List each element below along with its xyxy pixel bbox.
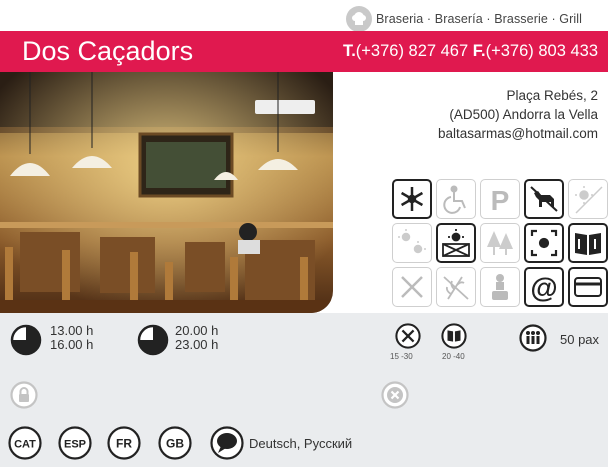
title-bar: Dos Caçadors T.(+376) 827 467 F.(+376) 8… [0, 31, 608, 72]
gluten-free-icon [436, 267, 476, 307]
view-icon [524, 223, 564, 263]
other-languages: Deutsch, Русский [249, 436, 353, 451]
lunch-hours: 13.00 h 16.00 h [50, 324, 93, 352]
people-icon [519, 324, 547, 352]
speech-bubble-icon [210, 426, 244, 460]
language-cat-badge: CAT [8, 426, 42, 460]
lang-code: CAT [14, 439, 36, 451]
fax-number: (+376) 803 433 [485, 42, 598, 60]
clock-lunch-icon [10, 324, 42, 356]
price-range-b: 20 -40 [442, 352, 465, 361]
clock-dinner-icon [137, 324, 169, 356]
category-text: Braseria · Brasería · Brasserie · Grill [376, 12, 583, 26]
address-block: Plaça Rebés, 2 (AD500) Andorra la Vella … [438, 86, 598, 143]
lang-code: GB [166, 437, 184, 451]
lang-code: ESP [64, 439, 86, 451]
cutlery-icon [392, 267, 432, 307]
snowflake-icon [392, 179, 432, 219]
chef-icon [480, 267, 520, 307]
wheelchair-icon [436, 179, 476, 219]
restaurant-photo [0, 72, 333, 313]
svg-text:P: P [491, 185, 510, 215]
contact-phones: T.(+376) 827 467 F.(+376) 803 433 [343, 42, 598, 61]
at-icon: @ [524, 267, 564, 307]
language-fr-badge: FR [107, 426, 141, 460]
email-link[interactable]: baltasarmas@hotmail.com [438, 124, 598, 143]
dog-icon [524, 179, 564, 219]
tel-label: T. [342, 42, 356, 60]
cutlery-price-icon [395, 323, 421, 349]
sun-icon [392, 223, 432, 263]
lunch-open: 13.00 h [50, 323, 94, 338]
menu-price-icon [441, 323, 467, 349]
language-gb-badge: GB [158, 426, 192, 460]
restaurant-name: Dos Caçadors [22, 36, 194, 66]
lunch-close: 16.00 h [50, 337, 94, 352]
info-panel: 13.00 h 16.00 h 20.00 h 23.00 h 15 -30 2… [0, 313, 608, 467]
dinner-close: 23.00 h [175, 337, 219, 352]
price-range-a: 15 -30 [390, 352, 413, 361]
facility-icons: P @ [392, 179, 608, 307]
lock-icon [10, 381, 38, 409]
trees-icon [480, 223, 520, 263]
capacity: 50 pax [560, 332, 600, 347]
language-esp-badge: ESP [58, 426, 92, 460]
svg-text:@: @ [530, 272, 557, 303]
street: Plaça Rebés, 2 [506, 88, 598, 103]
category-row: Braseria · Brasería · Brasserie · Grill [346, 6, 583, 32]
dinner-hours: 20.00 h 23.00 h [175, 324, 218, 352]
city: (AD500) Andorra la Vella [449, 107, 598, 122]
phone-number[interactable]: (+376) 827 467 [356, 42, 468, 60]
credit-card-icon [568, 267, 608, 307]
dinner-open: 20.00 h [175, 323, 219, 338]
terrace-icon [436, 223, 476, 263]
closed-icon [381, 381, 409, 409]
parking-icon: P [480, 179, 520, 219]
chef-hat-icon [346, 6, 372, 32]
restaurant-card: Braseria · Brasería · Brasserie · Grill … [0, 0, 608, 467]
menu-book-icon [568, 223, 608, 263]
lang-code: FR [116, 437, 132, 451]
fax-label: F. [472, 42, 486, 60]
no-sun-icon [568, 179, 608, 219]
